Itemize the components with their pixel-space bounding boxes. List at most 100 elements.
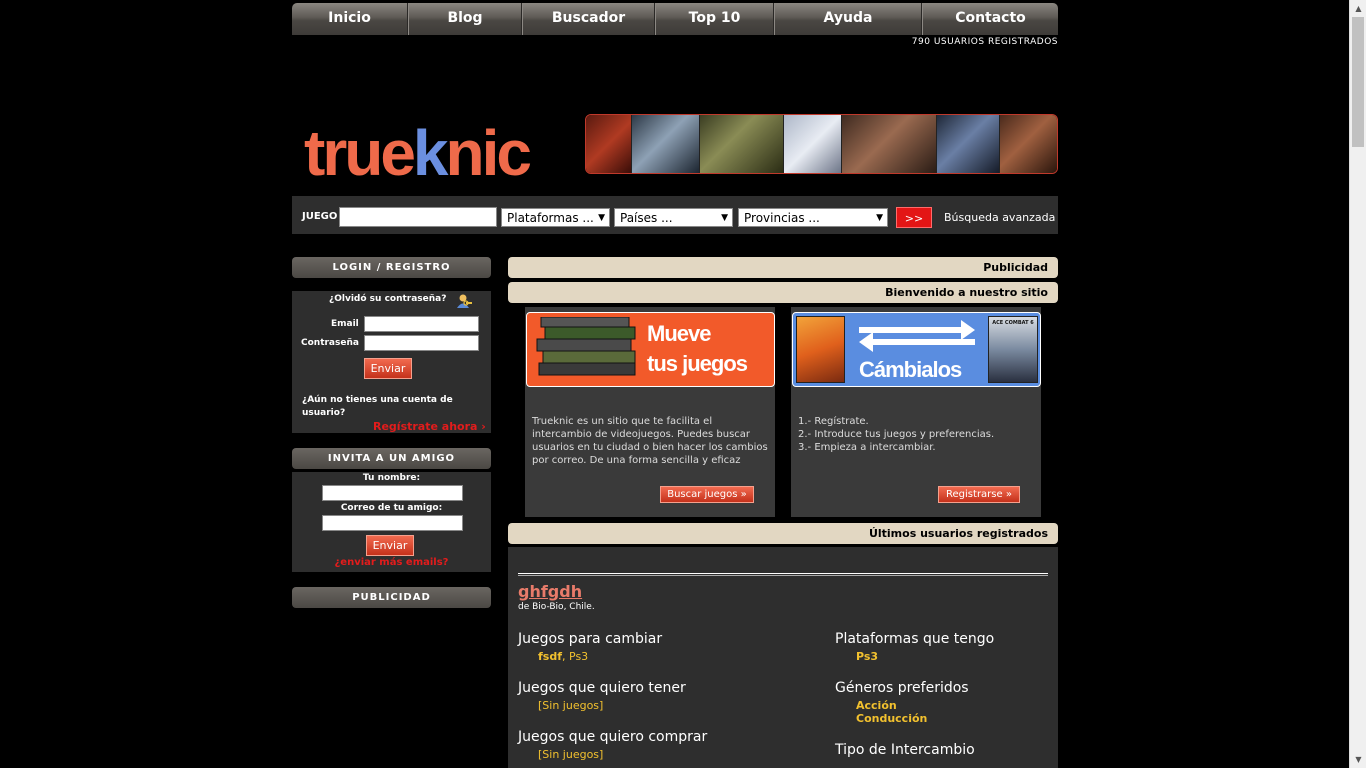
register-button[interactable]: Registrarse » <box>938 486 1020 503</box>
advanced-search-link[interactable]: Búsqueda avanzada <box>944 211 1055 224</box>
page-scrollbar[interactable]: ▲ ▼ <box>1349 0 1366 768</box>
your-name-label: Tu nombre: <box>362 473 421 483</box>
games-to-buy-value: [Sin juegos] <box>538 748 604 761</box>
friend-email-label: Correo de tu amigo: <box>340 503 443 513</box>
logo-part-nic: nic <box>445 117 532 189</box>
invite-panel: Tu nombre: Correo de tu amigo: Enviar ¿e… <box>292 472 491 572</box>
promo-trade-line2: tus juegos <box>647 351 748 376</box>
trade-separator: , <box>562 650 569 663</box>
latest-users-header: Últimos usuarios registrados <box>508 523 1058 544</box>
step-3: 3.- Empieza a intercambiar. <box>798 442 936 453</box>
login-submit-button[interactable]: Enviar <box>364 358 412 379</box>
promo-trade-panel: Mueve tus juegos Trueknic es un sitio qu… <box>525 307 775 517</box>
scroll-up-arrow-icon[interactable]: ▲ <box>1350 0 1366 17</box>
games-to-trade-title: Juegos para cambiar <box>518 631 663 647</box>
game-search-input[interactable] <box>339 207 497 227</box>
invite-submit-button[interactable]: Enviar <box>366 535 414 556</box>
promo-swap-steps: 1.- Regístrate. 2.- Introduce tus juegos… <box>798 415 1034 454</box>
password-field[interactable] <box>364 335 479 351</box>
email-field[interactable] <box>364 316 479 332</box>
platform-select-value: Plataformas ... <box>507 211 594 225</box>
promo-trade-description: Trueknic es un sitio que te facilita el … <box>532 416 768 466</box>
step-1: 1.- Regístrate. <box>798 416 869 427</box>
nav-contacto[interactable]: Contacto <box>922 3 1058 35</box>
chevron-down-icon: ▼ <box>876 213 883 223</box>
promo-swap-panel: Cámbialos ACE COMBAT 6 1.- Regístrate. 2… <box>791 307 1041 517</box>
latest-users-panel: ghfgdh de Bio-Bio, Chile. Juegos para ca… <box>508 547 1058 768</box>
genre-item: Conducción <box>856 712 928 725</box>
nav-buscador[interactable]: Buscador <box>522 3 655 35</box>
platform-select[interactable]: Plataformas ... ▼ <box>501 208 610 227</box>
user-key-icon <box>457 294 472 308</box>
banner-face-1 <box>586 115 632 173</box>
country-select[interactable]: Países ... ▼ <box>614 208 733 227</box>
nav-ayuda[interactable]: Ayuda <box>774 3 922 35</box>
exchange-type-title: Tipo de Intercambio <box>835 742 975 758</box>
email-label: Email <box>331 319 359 329</box>
nav-inicio[interactable]: Inicio <box>292 3 408 35</box>
invite-panel-title: INVITA A UN AMIGO <box>292 448 491 469</box>
user-profile-link[interactable]: ghfgdh <box>518 582 582 601</box>
registered-users-count: 790 USUARIOS REGISTRADOS <box>911 37 1058 47</box>
games-to-buy-title: Juegos que quiero comprar <box>518 729 708 745</box>
banner-face-2 <box>632 115 700 173</box>
platforms-value: Ps3 <box>856 650 879 663</box>
cover-title: ACE COMBAT 6 <box>992 320 1034 326</box>
banner-face-7 <box>1000 115 1057 173</box>
header-banner <box>585 114 1058 174</box>
scroll-down-arrow-icon[interactable]: ▼ <box>1350 751 1366 768</box>
chevron-down-icon: ▼ <box>721 213 728 223</box>
trade-game-link[interactable]: fsdf <box>538 650 562 663</box>
top-nav: Inicio Blog Buscador Top 10 Ayuda Contac… <box>292 3 1058 35</box>
province-select[interactable]: Provincias ... ▼ <box>738 208 888 227</box>
swap-arrows-icon <box>859 320 975 352</box>
left-ad-title: PUBLICIDAD <box>292 587 491 608</box>
register-now-label: Regístrate ahora <box>373 420 478 433</box>
ace-combat-cover-image: ACE COMBAT 6 <box>988 316 1038 383</box>
promo-swap-title: Cámbialos <box>859 357 962 382</box>
user-location: de Bio-Bio, Chile. <box>518 602 595 612</box>
platforms-title: Plataformas que tengo <box>835 631 995 647</box>
scroll-thumb[interactable] <box>1352 17 1364 147</box>
welcome-header: Bienvenido a nuestro sitio <box>508 282 1058 303</box>
wanted-games-title: Juegos que quiero tener <box>518 680 686 696</box>
genre-item: Acción <box>856 699 897 712</box>
banner-face-5 <box>842 115 937 173</box>
nav-blog[interactable]: Blog <box>408 3 522 35</box>
wanted-games-value: [Sin juegos] <box>538 699 604 712</box>
friend-email-field[interactable] <box>322 515 463 531</box>
step-2: 2.- Introduce tus juegos y preferencias. <box>798 429 995 440</box>
forgot-password-link[interactable]: ¿Olvidó su contraseña? <box>329 294 446 304</box>
promo-trade-image[interactable]: Mueve tus juegos <box>526 312 775 387</box>
search-bar: JUEGO Plataformas ... ▼ Países ... ▼ Provi… <box>292 196 1058 234</box>
register-now-link[interactable]: Regístrate ahora › <box>373 420 486 433</box>
country-select-value: Países ... <box>620 211 673 225</box>
divider <box>518 573 1048 576</box>
login-panel-title: LOGIN / REGISTRO <box>292 257 491 278</box>
logo-part-k: k <box>412 117 449 189</box>
banner-face-6 <box>937 115 1000 173</box>
province-select-value: Provincias ... <box>744 211 820 225</box>
nav-top10[interactable]: Top 10 <box>655 3 774 35</box>
trade-platform: Ps3 <box>569 650 589 663</box>
banner-face-3 <box>700 115 784 173</box>
game-stack-icon <box>536 317 636 376</box>
send-more-emails-link[interactable]: ¿enviar más emails? <box>292 557 491 568</box>
search-label: JUEGO <box>302 211 338 222</box>
search-submit-button[interactable]: >> <box>896 207 932 228</box>
promo-swap-image[interactable]: Cámbialos ACE COMBAT 6 <box>792 312 1041 387</box>
banner-face-4 <box>784 115 842 173</box>
chevron-right-icon: › <box>481 420 486 433</box>
search-games-button[interactable]: Buscar juegos » <box>660 486 754 503</box>
no-account-text: ¿Aún no tienes una cuenta de usuario? <box>302 395 453 418</box>
login-panel: ¿Olvidó su contraseña? Email Contraseña … <box>292 291 491 433</box>
chevron-down-icon: ▼ <box>598 213 605 223</box>
naruto-cover-image <box>796 316 845 383</box>
password-label: Contraseña <box>301 338 359 348</box>
ad-header: Publicidad <box>508 257 1058 278</box>
your-name-field[interactable] <box>322 485 463 501</box>
games-to-trade-value: fsdf, Ps3 <box>538 650 588 663</box>
site-logo[interactable]: trueknic <box>304 117 532 189</box>
promo-trade-line1: Mueve <box>647 321 711 346</box>
genres-title: Géneros preferidos <box>835 680 969 696</box>
